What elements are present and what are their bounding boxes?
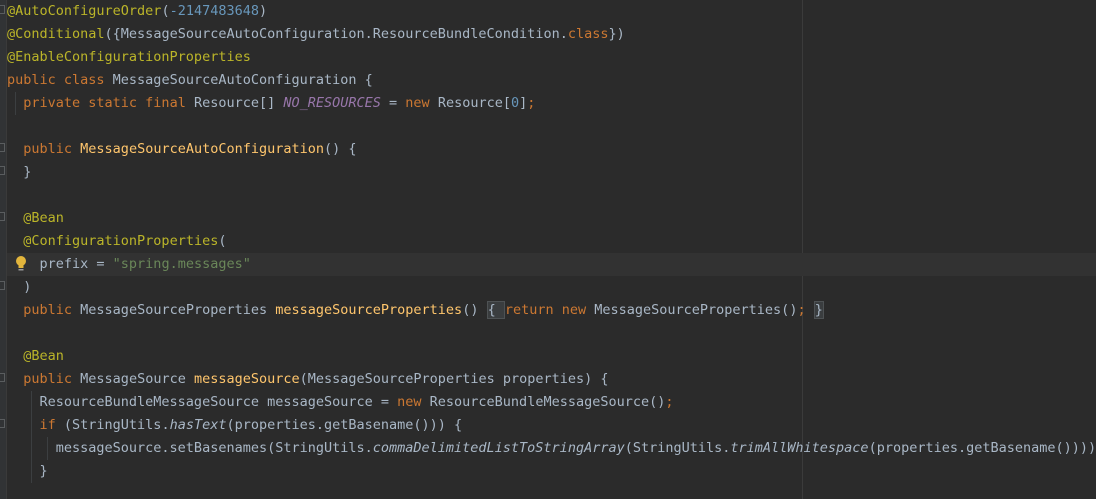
code-token: hasText — [169, 417, 227, 433]
code-line[interactable]: @Bean — [7, 207, 1096, 230]
code-token: trimAllWhitespace — [730, 440, 869, 456]
code-line[interactable]: public MessageSource messageSource(Messa… — [7, 368, 1096, 391]
fold-marker-icon[interactable] — [0, 281, 5, 290]
code-token: }) — [608, 26, 625, 42]
code-token: ) — [258, 3, 268, 19]
code-line[interactable]: public MessageSourceProperties messageSo… — [7, 299, 1096, 322]
code-token: ) — [7, 279, 32, 295]
code-token: @Conditional — [7, 26, 105, 42]
code-token: @Bean — [23, 348, 64, 364]
code-token: messageSource.setBasenames(StringUtils. — [7, 440, 373, 456]
code-token: @AutoConfigureOrder — [7, 3, 162, 19]
code-token: () { — [324, 141, 357, 157]
code-token: (StringUtils. — [624, 440, 731, 456]
code-line[interactable]: ) — [7, 276, 1096, 299]
code-token: ; — [797, 302, 806, 318]
code-line[interactable]: @ConfigurationProperties( — [7, 230, 1096, 253]
code-token: @EnableConfigurationProperties — [7, 49, 251, 65]
code-token: (properties.getBasename())))) — [868, 440, 1096, 456]
code-token: (StringUtils. — [63, 417, 170, 433]
code-editor[interactable]: @AutoConfigureOrder(-2147483648) @Conditi… — [0, 0, 1096, 499]
code-line[interactable]: if (StringUtils.hasText(properties.getBa… — [7, 414, 1096, 437]
code-token: @ConfigurationProperties — [23, 233, 219, 249]
code-token: ( — [218, 233, 227, 249]
code-line[interactable]: } — [7, 161, 1096, 184]
code-token: public — [23, 371, 81, 387]
code-line[interactable] — [7, 322, 1096, 345]
code-token: MessageSourceAutoConfiguration { — [112, 72, 373, 88]
code-token: ResourceBundleMessageSource messageSourc… — [7, 394, 398, 410]
code-line[interactable]: public class MessageSourceAutoConfigurat… — [7, 69, 1096, 92]
code-token: ({MessageSourceAutoConfiguration.Resourc… — [104, 26, 568, 42]
code-token: ; — [665, 394, 674, 410]
code-token: class — [567, 26, 609, 42]
code-token: commaDelimitedListToStringArray — [372, 440, 625, 456]
code-token: ResourceBundleMessageSource() — [429, 394, 666, 410]
folded-region[interactable]: } — [813, 301, 824, 319]
code-token: MessageSourceAutoConfiguration — [80, 141, 325, 157]
code-token: MessageSource — [80, 371, 194, 387]
fold-marker-icon[interactable] — [0, 212, 5, 221]
code-token: new — [397, 394, 430, 410]
code-token: @Bean — [23, 210, 64, 226]
code-token: messageSource — [193, 371, 300, 387]
code-line[interactable]: messageSource.setBasenames(StringUtils.c… — [7, 437, 1096, 460]
code-token: MessageSourceProperties — [80, 302, 276, 318]
fold-marker-icon[interactable] — [0, 373, 5, 382]
code-token: (properties.getBasename())) { — [226, 417, 463, 433]
code-token: (MessageSourceProperties properties) { — [299, 371, 609, 387]
code-area[interactable]: @AutoConfigureOrder(-2147483648) @Conditi… — [7, 0, 1096, 483]
code-line[interactable]: } — [7, 460, 1096, 483]
folded-region[interactable]: { — [486, 301, 505, 319]
code-token: -2147483648 — [169, 3, 259, 19]
code-token: = — [380, 95, 406, 111]
code-token: () — [462, 302, 487, 318]
code-line[interactable]: prefix = "spring.messages" — [7, 253, 1096, 276]
code-token: MessageSourceProperties() — [594, 302, 798, 318]
code-token: public — [23, 141, 81, 157]
code-token: "spring.messages" — [112, 256, 251, 272]
code-token: } — [7, 463, 48, 479]
fold-marker-icon[interactable] — [0, 143, 5, 152]
code-line[interactable]: @EnableConfigurationProperties — [7, 46, 1096, 69]
code-token: new — [405, 95, 438, 111]
code-line[interactable] — [7, 115, 1096, 138]
code-line[interactable]: private static final Resource[] NO_RESOU… — [7, 92, 1096, 115]
code-line[interactable]: public MessageSourceAutoConfiguration() … — [7, 138, 1096, 161]
code-token: Resource[ — [437, 95, 511, 111]
code-token: Resource[] — [193, 95, 284, 111]
fold-marker-icon[interactable] — [0, 166, 5, 175]
code-token: messageSourceProperties — [275, 302, 463, 318]
code-line[interactable]: @AutoConfigureOrder(-2147483648) — [7, 0, 1096, 23]
code-token: } — [7, 164, 32, 180]
fold-marker-icon[interactable] — [0, 5, 5, 14]
code-token: NO_RESOURCES — [283, 95, 381, 111]
code-token: ; — [527, 95, 536, 111]
code-token: ( — [161, 3, 170, 19]
code-token: return new — [504, 302, 595, 318]
code-token: public — [23, 302, 81, 318]
code-token: public class — [7, 72, 113, 88]
code-line[interactable]: @Bean — [7, 345, 1096, 368]
code-line[interactable]: ResourceBundleMessageSource messageSourc… — [7, 391, 1096, 414]
code-token: private static final — [23, 95, 194, 111]
code-token: if — [39, 417, 64, 433]
code-line[interactable] — [7, 184, 1096, 207]
code-token: prefix = — [7, 256, 113, 272]
code-token: 0 — [510, 95, 520, 111]
fold-marker-icon[interactable] — [0, 419, 5, 428]
code-line[interactable]: @Conditional({MessageSourceAutoConfigura… — [7, 23, 1096, 46]
